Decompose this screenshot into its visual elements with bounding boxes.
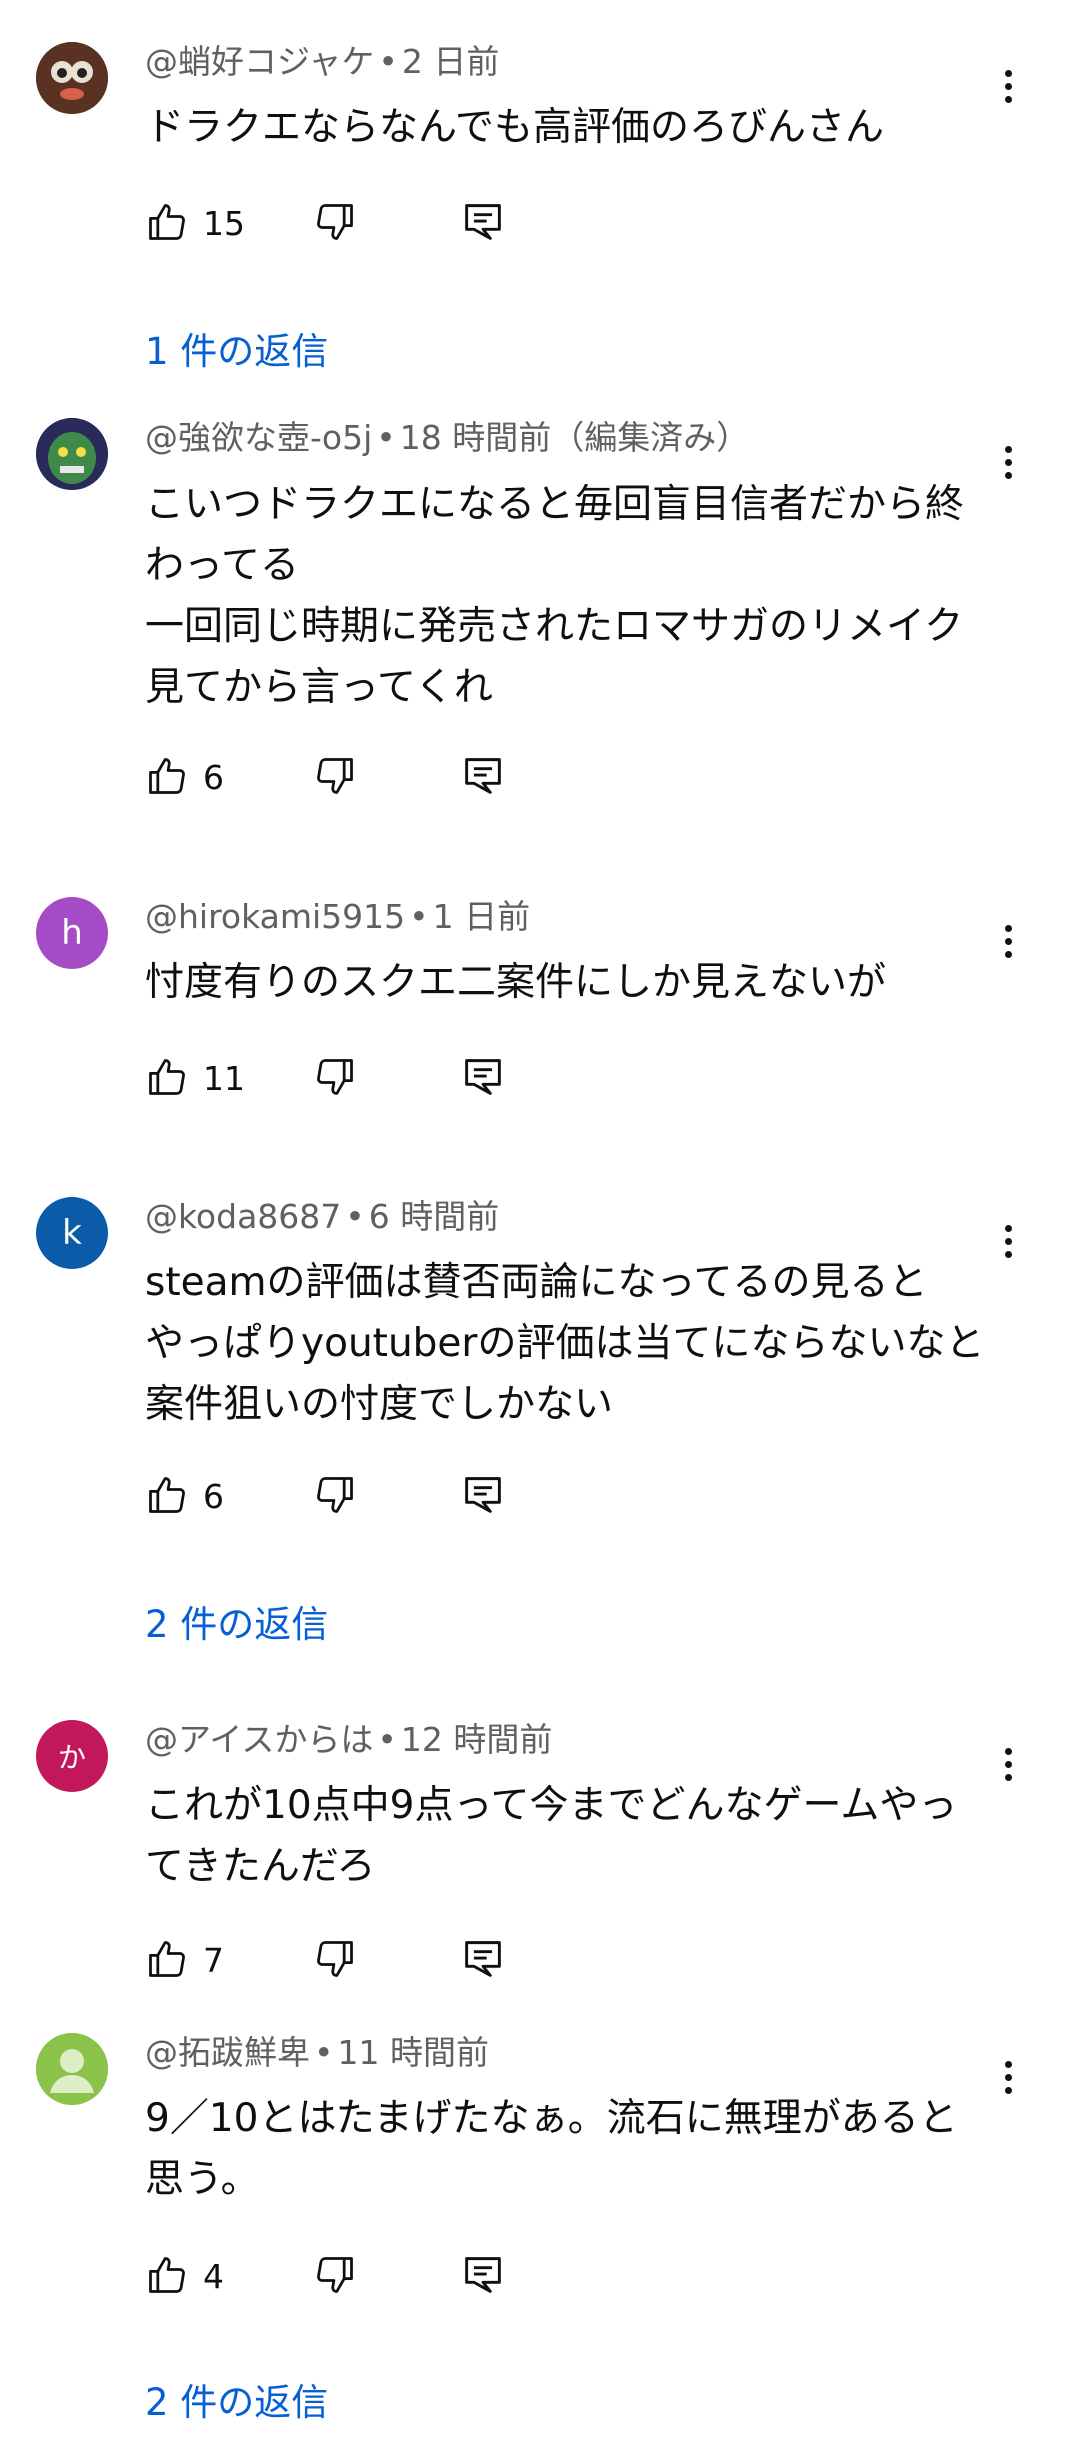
like-count: 6 [203,1477,224,1516]
comment-text: ドラクエならなんでも高評価のろびんさん [145,105,885,150]
thumb-down-icon [317,1477,353,1513]
avatar[interactable] [36,42,108,114]
comment-author[interactable]: @拓跋鮮卑 [145,2033,310,2072]
comment-meta: @拓跋鮮卑 • 11 時間前 [145,2033,489,2072]
thumb-down-icon [317,204,353,240]
comment-text: こいつドラクエになると毎回盲目信者だから終 わってる 一回同じ時期に発売されたロ… [145,482,965,710]
comment-actions: 7 [145,1937,565,1989]
thumb-up-icon [149,1477,185,1513]
comment-text: steamの評価は賛否両論になってるの見ると やっぱりyoutuberの評価は当… [145,1260,985,1427]
thumb-up-icon [149,204,185,240]
reply-button[interactable] [463,754,503,798]
comment-time[interactable]: 12 時間前 [401,1720,552,1759]
comment-time[interactable]: 18 時間前 [400,418,551,457]
thumb-up-icon [149,1941,185,1977]
more-vert-icon [1004,1224,1012,1232]
thumb-down-icon [317,1059,353,1095]
comment-meta: @hirokami5915 • 1 日前 [145,897,531,936]
like-button[interactable] [145,1473,189,1517]
edited-label: （編集済み） [551,418,750,457]
like-count: 7 [203,1941,224,1980]
comment-actions: 6 [145,1473,565,1525]
comment-time[interactable]: 11 時間前 [337,2033,488,2072]
thumb-down-icon [317,2257,353,2293]
more-vert-icon [1004,1747,1012,1755]
comment-actions: 6 [145,754,565,806]
like-count: 6 [203,758,224,797]
thumb-up-icon [149,1059,185,1095]
reply-icon [465,758,501,794]
view-replies-link[interactable]: 2 件の返信 [145,2378,328,2428]
comment-time[interactable]: 2 日前 [402,42,500,81]
thumb-up-icon [149,758,185,794]
dislike-button[interactable] [313,1937,357,1981]
dislike-button[interactable] [313,1473,357,1517]
more-vert-icon [1004,2060,1012,2068]
dislike-button[interactable] [313,1055,357,1099]
view-replies-link[interactable]: 1 件の返信 [145,327,328,377]
like-button[interactable] [145,1055,189,1099]
like-count: 11 [203,1059,245,1098]
comment-author[interactable]: @koda8687 [145,1197,341,1236]
avatar[interactable]: h [36,897,108,969]
more-vert-icon [1004,69,1012,77]
dislike-button[interactable] [313,200,357,244]
comment-time[interactable]: 6 時間前 [369,1197,500,1236]
comment-actions: 11 [145,1055,565,1107]
avatar-image-icon [36,418,108,490]
reply-button[interactable] [463,1055,503,1099]
dislike-button[interactable] [313,754,357,798]
reply-button[interactable] [463,2253,503,2297]
comment-text: 9／10とはたまげたなぁ。流石に無理があると 思う。 [145,2096,958,2202]
comment-text: 忖度有りのスクエ二案件にしか見えないが [145,960,887,1005]
like-button[interactable] [145,200,189,244]
avatar[interactable] [36,2033,108,2105]
like-count: 4 [203,2257,224,2296]
view-replies-link[interactable]: 2 件の返信 [145,1600,328,1650]
avatar[interactable]: か [36,1720,108,1792]
thumb-down-icon [317,1941,353,1977]
comment-author[interactable]: @アイスからは [145,1720,373,1759]
like-button[interactable] [145,2253,189,2297]
avatar[interactable] [36,418,108,490]
reply-icon [465,1059,501,1095]
reply-button[interactable] [463,1473,503,1517]
like-count: 15 [203,204,245,243]
comment-meta: @koda8687 • 6 時間前 [145,1197,500,1236]
reply-icon [465,1477,501,1513]
avatar-image-icon [36,42,108,114]
avatar-letter: k [62,1213,82,1253]
comment-author[interactable]: @蛸好コジャケ [145,42,374,81]
thumb-up-icon [149,2257,185,2293]
reply-icon [465,204,501,240]
comment-actions: 15 [145,200,565,252]
comment-meta: @蛸好コジャケ • 2 日前 [145,42,500,81]
comment-time[interactable]: 1 日前 [433,897,531,936]
comment-meta: @アイスからは • 12 時間前 [145,1720,553,1759]
more-vert-icon [1004,924,1012,932]
like-button[interactable] [145,754,189,798]
reply-icon [465,2257,501,2293]
avatar-letter: h [61,913,83,953]
reply-icon [465,1941,501,1977]
reply-button[interactable] [463,1937,503,1981]
reply-button[interactable] [463,200,503,244]
comment-author[interactable]: @強欲な壺-o5j [145,418,372,457]
comment-meta: @強欲な壺-o5j • 18 時間前（編集済み） [145,418,750,457]
thumb-down-icon [317,758,353,794]
avatar-letter: か [57,1741,86,1774]
avatar[interactable]: k [36,1197,108,1269]
default-avatar-icon [36,2033,108,2105]
comment-text: これが10点中9点って今までどんなゲームやっ てきたんだろ [145,1783,958,1889]
like-button[interactable] [145,1937,189,1981]
more-vert-icon [1004,445,1012,453]
comment-actions: 4 [145,2253,565,2305]
dislike-button[interactable] [313,2253,357,2297]
comment-author[interactable]: @hirokami5915 [145,897,405,936]
